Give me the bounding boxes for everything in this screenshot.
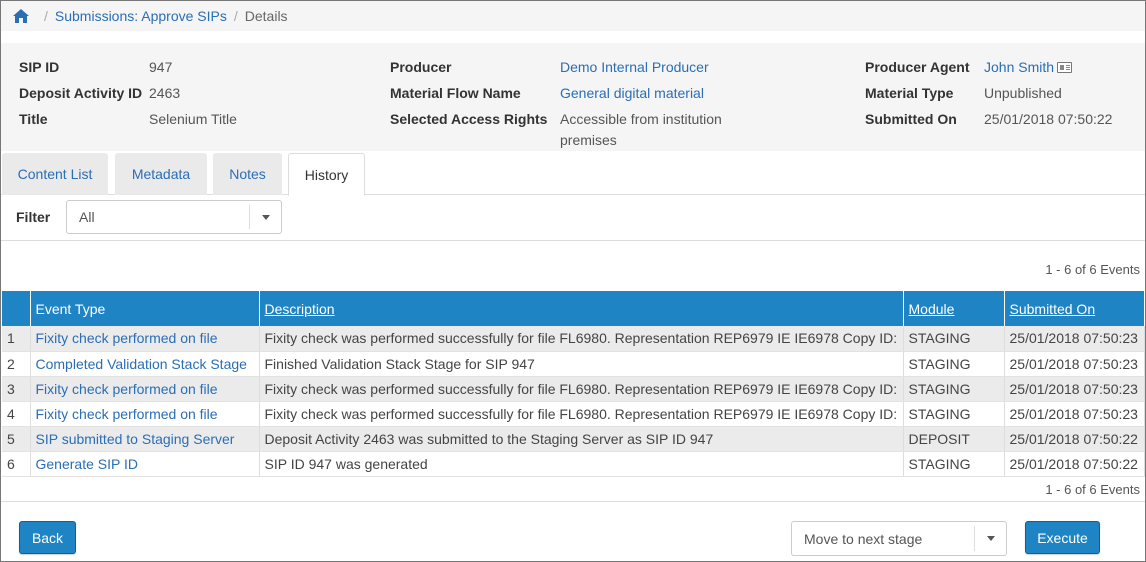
back-button[interactable]: Back	[19, 521, 76, 554]
stage-dropdown-toggle[interactable]	[974, 526, 1006, 551]
submitted-on-label: Submitted On	[865, 111, 957, 127]
event-submitted-on: 25/01/2018 07:50:23	[1004, 351, 1145, 377]
event-description: Finished Validation Stack Stage for SIP …	[259, 351, 904, 377]
column-header-submitted-on[interactable]: Submitted On	[1004, 291, 1145, 326]
table-row: 4 Fixity check performed on file Fixity …	[2, 401, 1145, 427]
row-number: 1	[2, 326, 31, 352]
contact-card-icon[interactable]	[1057, 62, 1073, 73]
row-number: 4	[2, 401, 31, 427]
table-row: 3 Fixity check performed on file Fixity …	[2, 376, 1145, 402]
event-type-link[interactable]: Fixity check performed on file	[30, 326, 260, 352]
title-label: Title	[19, 111, 48, 127]
access-rights-value-line1: Accessible from institution	[560, 111, 722, 127]
table-header-row: Event Type Description Module Submitted …	[2, 291, 1145, 326]
column-header-description[interactable]: Description	[259, 291, 904, 326]
tab-history[interactable]: History	[288, 153, 365, 196]
stage-select[interactable]: Move to next stage	[791, 521, 1007, 556]
tab-content-list[interactable]: Content List	[2, 153, 108, 195]
access-rights-label: Selected Access Rights	[390, 111, 548, 127]
column-header-event-type: Event Type	[30, 291, 260, 326]
divider	[1, 501, 1145, 502]
event-description: Deposit Activity 2463 was submitted to t…	[259, 426, 904, 452]
producer-agent-link[interactable]: John Smith	[984, 59, 1054, 75]
tab-metadata[interactable]: Metadata	[115, 153, 207, 195]
event-module: STAGING	[903, 376, 1005, 402]
producer-agent-value: John Smith	[984, 59, 1073, 75]
event-submitted-on: 25/01/2018 07:50:23	[1004, 376, 1145, 402]
row-number: 3	[2, 376, 31, 402]
event-description: Fixity check was performed successfully …	[259, 326, 904, 352]
sip-summary: SIP ID 947 Deposit Activity ID 2463 Titl…	[1, 43, 1145, 151]
sip-id-value: 947	[149, 59, 173, 75]
event-type-link[interactable]: Completed Validation Stack Stage	[30, 351, 260, 377]
filter-select[interactable]: All	[66, 200, 282, 234]
event-type-link[interactable]: Generate SIP ID	[30, 451, 260, 477]
sip-id-label: SIP ID	[19, 59, 60, 75]
chevron-down-icon	[261, 214, 270, 220]
access-rights-value-line2: premises	[560, 132, 617, 148]
table-row: 6 Generate SIP ID SIP ID 947 was generat…	[2, 451, 1145, 477]
breadcrumb: / Submissions: Approve SIPs / Details	[1, 1, 1145, 31]
breadcrumb-link-approve-sips[interactable]: Submissions: Approve SIPs	[55, 8, 227, 24]
row-number: 5	[2, 426, 31, 452]
pagination-count-top: 1 - 6 of 6 Events	[1045, 262, 1140, 277]
submitted-on-value: 25/01/2018 07:50:22	[984, 111, 1113, 127]
event-module: STAGING	[903, 401, 1005, 427]
material-flow-link[interactable]: General digital material	[560, 85, 704, 101]
event-type-link[interactable]: Fixity check performed on file	[30, 401, 260, 427]
event-description: Fixity check was performed successfully …	[259, 401, 904, 427]
divider	[1, 240, 1145, 241]
event-submitted-on: 25/01/2018 07:50:23	[1004, 326, 1145, 352]
table-row: 5 SIP submitted to Staging Server Deposi…	[2, 426, 1145, 452]
breadcrumb-separator: /	[233, 8, 238, 24]
event-type-link[interactable]: SIP submitted to Staging Server	[30, 426, 260, 452]
events-table: Event Type Description Module Submitted …	[2, 291, 1145, 477]
action-bar: Back Move to next stage Execute	[1, 503, 1145, 561]
event-description: Fixity check was performed successfully …	[259, 376, 904, 402]
material-type-label: Material Type	[865, 85, 954, 101]
event-module: STAGING	[903, 326, 1005, 352]
event-module: DEPOSIT	[903, 426, 1005, 452]
page-frame: / Submissions: Approve SIPs / Details SI…	[0, 0, 1146, 562]
deposit-activity-label: Deposit Activity ID	[19, 85, 143, 101]
producer-label: Producer	[390, 59, 452, 75]
tab-bar: Content List Metadata Notes History	[1, 153, 1145, 196]
row-number: 2	[2, 351, 31, 377]
title-value: Selenium Title	[149, 111, 237, 127]
event-description: SIP ID 947 was generated	[259, 451, 904, 477]
breadcrumb-current: Details	[244, 8, 288, 24]
producer-agent-label: Producer Agent	[865, 59, 970, 75]
filter-label: Filter	[16, 209, 51, 225]
event-submitted-on: 25/01/2018 07:50:22	[1004, 426, 1145, 452]
material-flow-label: Material Flow Name	[390, 85, 521, 101]
stage-select-value: Move to next stage	[804, 530, 923, 547]
event-submitted-on: 25/01/2018 07:50:23	[1004, 401, 1145, 427]
tab-notes[interactable]: Notes	[213, 153, 282, 195]
material-type-value: Unpublished	[984, 85, 1062, 101]
column-header-number	[2, 291, 31, 326]
table-row: 1 Fixity check performed on file Fixity …	[2, 326, 1145, 352]
home-icon[interactable]	[13, 9, 29, 23]
breadcrumb-separator: /	[44, 8, 48, 24]
filter-dropdown-toggle[interactable]	[249, 205, 281, 229]
deposit-activity-value: 2463	[149, 85, 181, 101]
producer-link[interactable]: Demo Internal Producer	[560, 59, 709, 75]
pagination-count-bottom: 1 - 6 of 6 Events	[1045, 482, 1140, 497]
chevron-down-icon	[986, 536, 995, 541]
column-header-module[interactable]: Module	[903, 291, 1005, 326]
filter-select-value: All	[79, 209, 95, 225]
event-module: STAGING	[903, 451, 1005, 477]
event-submitted-on: 25/01/2018 07:50:22	[1004, 451, 1145, 477]
event-type-link[interactable]: Fixity check performed on file	[30, 376, 260, 402]
execute-button[interactable]: Execute	[1025, 521, 1100, 554]
table-row: 2 Completed Validation Stack Stage Finis…	[2, 351, 1145, 377]
row-number: 6	[2, 451, 31, 477]
event-module: STAGING	[903, 351, 1005, 377]
